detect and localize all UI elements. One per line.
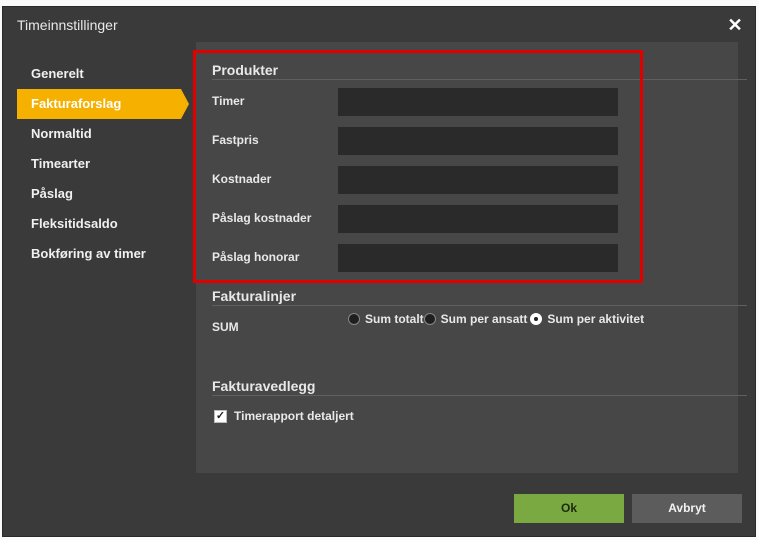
dialog-title: Timeinnstillinger [17, 17, 118, 33]
dialog-titlebar: Timeinnstillinger [3, 7, 755, 43]
field-label-paslag-honorar: Påslag honorar [212, 250, 300, 264]
timer-input[interactable] [338, 88, 618, 116]
section-divider [212, 79, 747, 80]
sidebar-item-label: Bokføring av timer [31, 246, 146, 261]
radio-label: Sum per aktivitet [547, 312, 645, 326]
sidebar-item-label: Påslag [31, 186, 73, 201]
settings-sidebar: Generelt Fakturaforslag Normaltid Timear… [17, 59, 189, 269]
paslag-honorar-input[interactable] [338, 244, 618, 272]
close-icon[interactable]: ✕ [725, 15, 745, 35]
field-label-paslag-kostnader: Påslag kostnader [212, 211, 312, 225]
radio-button[interactable] [423, 313, 436, 325]
radio-button-selected[interactable] [530, 313, 543, 325]
radio-label: Sum per ansatt [440, 312, 528, 326]
sidebar-item-label: Fleksitidsaldo [31, 216, 118, 231]
section-title-produkter: Produkter [212, 62, 279, 78]
section-divider [212, 305, 747, 306]
sidebar-item-fleksitidsaldo[interactable]: Fleksitidsaldo [17, 209, 187, 239]
ok-button[interactable]: Ok [514, 494, 624, 523]
field-label-fastpris: Fastpris [212, 133, 259, 147]
radio-sum-totalt[interactable]: Sum totalt [348, 312, 424, 326]
radio-label: Sum totalt [365, 312, 424, 326]
sidebar-item-label: Generelt [31, 66, 84, 81]
sidebar-item-fakturaforslag[interactable]: Fakturaforslag [17, 89, 189, 119]
field-label-kostnader: Kostnader [212, 172, 272, 186]
timerapport-checkbox-row[interactable]: ✓ Timerapport detaljert [214, 409, 354, 423]
sidebar-item-label: Fakturaforslag [31, 96, 122, 111]
section-title-fakturavedlegg: Fakturavedlegg [212, 378, 316, 394]
sidebar-item-label: Timearter [31, 156, 91, 171]
field-label-timer: Timer [212, 94, 245, 108]
radio-sum-per-aktivitet[interactable]: Sum per aktivitet [530, 312, 644, 326]
kostnader-input[interactable] [338, 166, 618, 194]
sidebar-item-generelt[interactable]: Generelt [17, 59, 187, 89]
sidebar-item-timearter[interactable]: Timearter [17, 149, 187, 179]
sum-radio-group: Sum totalt Sum per ansatt Sum per aktivi… [348, 312, 644, 326]
sidebar-item-paslag[interactable]: Påslag [17, 179, 187, 209]
checkbox-label: Timerapport detaljert [234, 409, 354, 423]
sidebar-item-normaltid[interactable]: Normaltid [17, 119, 187, 149]
fastpris-input[interactable] [338, 127, 618, 155]
section-title-fakturalinjer: Fakturalinjer [212, 288, 297, 304]
section-divider [212, 395, 747, 396]
radio-button[interactable] [348, 313, 360, 325]
sidebar-item-bokforing[interactable]: Bokføring av timer [17, 239, 187, 269]
cancel-button[interactable]: Avbryt [632, 494, 742, 523]
paslag-kostnader-input[interactable] [338, 205, 618, 233]
radio-sum-per-ansatt[interactable]: Sum per ansatt [423, 312, 528, 326]
sum-label: SUM [212, 320, 239, 334]
sidebar-item-label: Normaltid [31, 126, 92, 141]
timerapport-checkbox[interactable]: ✓ [214, 409, 227, 423]
